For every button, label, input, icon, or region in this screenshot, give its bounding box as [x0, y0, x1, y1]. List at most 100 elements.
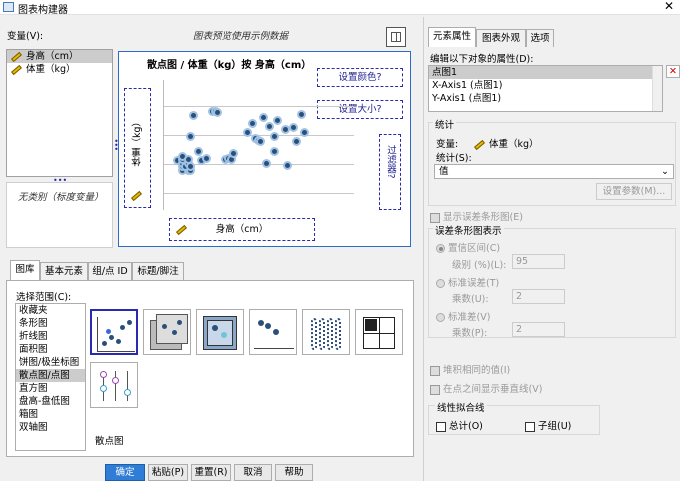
statistic-label: 统计(S):: [436, 153, 472, 164]
fit-subgroup-checkbox[interactable]: 子组(U): [525, 418, 571, 432]
scatter-point: [188, 110, 198, 120]
ci-radio[interactable]: 置信区间(C): [436, 240, 500, 254]
scatter-point: [291, 137, 301, 147]
scatter-point: [194, 146, 204, 156]
thumb-scatter-matrix[interactable]: [355, 309, 403, 355]
selected-gallery-caption: 散点图: [95, 436, 124, 447]
element-list-scrollbar[interactable]: [652, 66, 662, 111]
reset-button[interactable]: 重置(R): [191, 464, 231, 481]
variable-item-weight[interactable]: 体重（kg）: [7, 63, 112, 76]
tab-element-properties[interactable]: 元素属性: [428, 27, 476, 47]
scatter-point: [269, 132, 279, 142]
help-button[interactable]: 帮助: [275, 464, 313, 481]
sd-radio[interactable]: 标准差(V): [436, 309, 490, 323]
gallery-category-bar[interactable]: 条形图: [16, 317, 85, 330]
element-list[interactable]: 点图1 X-Axis1 (点图1) Y-Axis1 (点图1): [428, 65, 663, 112]
gallery-category-dual-axes[interactable]: 双轴图: [16, 421, 85, 434]
gallery-category-boxplot[interactable]: 箱图: [16, 408, 85, 421]
cancel-button[interactable]: 取消: [234, 464, 272, 481]
close-icon[interactable]: ✕: [664, 0, 674, 13]
gallery-category-favorites[interactable]: 收藏夹: [16, 304, 85, 317]
scale-ruler-icon: [474, 139, 485, 150]
scatter-point: [288, 122, 298, 132]
se-radio[interactable]: 标准误差(T): [436, 275, 499, 289]
multiplier-u-input[interactable]: 2: [512, 289, 565, 304]
delete-element-icon[interactable]: ✕: [666, 65, 680, 78]
variable-list[interactable]: 身高（cm） 体重（kg）: [6, 49, 113, 177]
variable-item-height[interactable]: 身高（cm）: [7, 50, 112, 63]
gallery-category-area[interactable]: 面积图: [16, 343, 85, 356]
scatter-point: [272, 115, 282, 125]
ok-button[interactable]: 确定: [105, 464, 145, 481]
chart-canvas[interactable]: 散点图 / 体重（kg）按 身高（cm） 设置颜色? 设置大小? 过滤器? 体重…: [118, 51, 411, 247]
element-item-y-axis[interactable]: Y-Axis1 (点图1): [429, 92, 662, 105]
drop-lines-checkbox[interactable]: 在点之间显示垂直线(V): [430, 381, 542, 395]
set-color-dropzone[interactable]: 设置颜色?: [317, 68, 403, 87]
multiplier-u-label: 乘数(U):: [452, 294, 489, 305]
scatter-point: [248, 119, 258, 129]
title-bar: 图表构建器 ✕: [0, 0, 680, 16]
element-item-points[interactable]: 点图1: [429, 66, 662, 79]
scatter-point: [264, 121, 274, 131]
scatter-point: [261, 158, 271, 168]
window-title: 图表构建器: [18, 5, 68, 16]
element-properties-toggle-icon[interactable]: [386, 27, 406, 47]
thumb-stacked-dots[interactable]: [302, 309, 350, 355]
paste-button[interactable]: 粘贴(P): [148, 464, 188, 481]
choose-from-label: 选择范围(C):: [16, 292, 72, 303]
scatter-point: [213, 108, 223, 118]
x-axis-dropzone[interactable]: 身高（cm）: [169, 218, 315, 241]
gallery-category-high-low[interactable]: 盘高-盘低图: [16, 395, 85, 408]
scatter-point: [256, 137, 266, 147]
set-size-dropzone[interactable]: 设置大小?: [317, 100, 403, 119]
thumb-matrix-scatter[interactable]: [196, 309, 244, 355]
category-panel: 无类别（标度变量）: [6, 182, 113, 248]
show-error-bars-checkbox[interactable]: 显示误差条形图(E): [430, 209, 523, 223]
gallery-category-scatter-dot[interactable]: 散点图/点图: [16, 369, 85, 382]
scatter-point: [242, 127, 252, 137]
gallery-category-line[interactable]: 折线图: [16, 330, 85, 343]
filter-dropzone[interactable]: 过滤器?: [379, 134, 401, 210]
tab-basic-elements[interactable]: 基本元素: [40, 262, 88, 280]
thumb-simple-scatter[interactable]: [90, 309, 138, 355]
plot-area: [163, 80, 354, 210]
preview-notice: 图表预览使用示例数据: [193, 31, 289, 42]
statistic-select[interactable]: 值 ⌄: [434, 164, 674, 179]
edit-properties-label: 编辑以下对象的属性(D):: [430, 54, 534, 65]
tab-group-point-id[interactable]: 组/点 ID: [88, 262, 132, 280]
level-label: 级别 (%)(L):: [452, 260, 507, 271]
tab-options[interactable]: 选项: [526, 29, 554, 47]
tab-gallery[interactable]: 图库: [10, 260, 40, 280]
statistics-title: 统计: [433, 117, 457, 131]
chevron-down-icon: ⌄: [661, 166, 669, 177]
scatter-point: [202, 154, 212, 163]
scatter-point: [186, 132, 196, 142]
scale-ruler-icon: [11, 64, 22, 75]
y-axis-dropzone[interactable]: 体重（kg）: [124, 88, 151, 208]
stat-variable-label: 变量:: [436, 139, 459, 150]
error-bar-title: 误差条形图表示: [433, 223, 504, 237]
gallery-category-pie-polar[interactable]: 饼图/极坐标图: [16, 356, 85, 369]
set-parameters-button[interactable]: 设置参数(M)...: [596, 183, 672, 200]
scatter-point: [296, 109, 306, 119]
scale-ruler-icon: [176, 224, 187, 236]
scale-ruler-icon: [131, 190, 142, 202]
stack-identical-checkbox[interactable]: 堆积相同的值(I): [430, 362, 510, 376]
element-item-x-axis[interactable]: X-Axis1 (点图1): [429, 79, 662, 92]
scatter-point: [269, 146, 279, 156]
thumb-high-low-dots[interactable]: [90, 362, 138, 408]
fit-line-title: 线性拟合线: [435, 400, 487, 414]
fit-total-checkbox[interactable]: 总计(O): [436, 418, 483, 432]
thumb-dot-plot[interactable]: [249, 309, 297, 355]
scatter-point: [229, 149, 239, 159]
variables-label: 变量(V):: [7, 31, 44, 42]
tab-titles-footnotes[interactable]: 标题/脚注: [132, 262, 184, 280]
tab-chart-appearance[interactable]: 图表外观: [476, 29, 526, 47]
gallery-category-list[interactable]: 收藏夹 条形图 折线图 面积图 饼图/极坐标图 散点图/点图 直方图 盘高-盘低…: [15, 303, 86, 451]
multiplier-p-label: 乘数(P):: [452, 328, 488, 339]
gallery-category-histogram[interactable]: 直方图: [16, 382, 85, 395]
thumb-3d-scatter[interactable]: [143, 309, 191, 355]
multiplier-p-input[interactable]: 2: [512, 322, 565, 337]
level-input[interactable]: 95: [512, 254, 565, 269]
gallery-panel: 选择范围(C): 收藏夹 条形图 折线图 面积图 饼图/极坐标图 散点图/点图 …: [6, 280, 414, 457]
